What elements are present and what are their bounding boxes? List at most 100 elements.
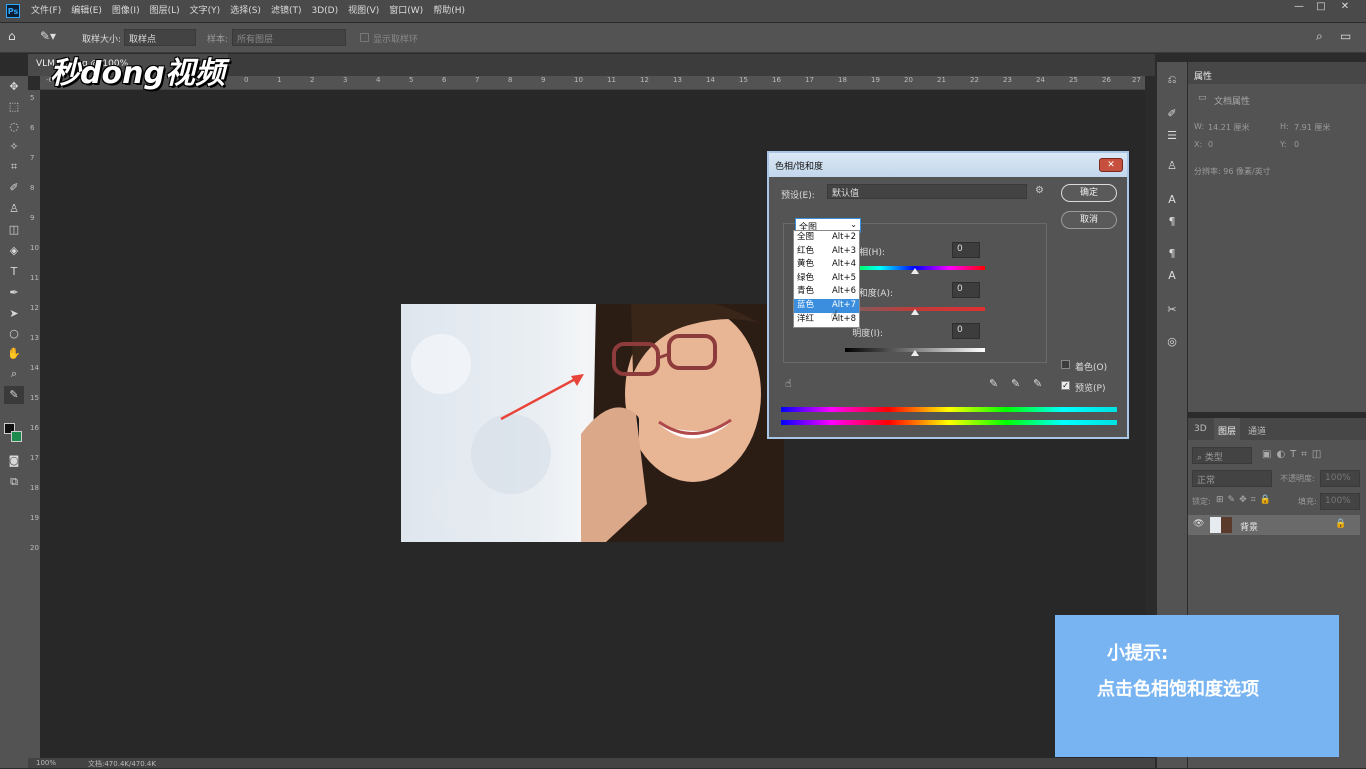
hand-tool-icon[interactable]: ✋ <box>4 345 24 363</box>
dialog-close-button[interactable]: ✕ <box>1099 158 1123 172</box>
menu-type[interactable]: 文字(Y) <box>185 0 226 22</box>
width-value[interactable]: 14.21 厘米 <box>1208 122 1249 133</box>
marquee-tool-icon[interactable]: ⬚ <box>4 98 24 116</box>
eyedropper-tool-preset-icon[interactable]: ✎▾ <box>40 29 64 47</box>
minimize-button[interactable]: — <box>1288 0 1310 16</box>
saturation-input[interactable]: 0 <box>952 282 980 298</box>
lock-icons[interactable]: ⊞✎✥⌗🔒 <box>1216 495 1275 505</box>
sample-size-select[interactable]: 取样点 <box>124 29 196 46</box>
paragraph-icon[interactable]: ¶ <box>1163 214 1181 230</box>
dropdown-item-greens[interactable]: 绿色 Alt+5 <box>794 272 859 286</box>
ruler-mark: 20 <box>30 544 39 552</box>
history-icon[interactable]: ⎌ <box>1163 72 1181 88</box>
hue-slider-knob[interactable] <box>911 268 919 274</box>
eyedropper-subtract-icon[interactable]: ✎ <box>1033 377 1042 390</box>
restore-button[interactable]: □ <box>1310 0 1332 16</box>
menu-help[interactable]: 帮助(H) <box>428 0 470 22</box>
shape-tool-icon[interactable]: ○ <box>4 325 24 343</box>
dropdown-item-yellows[interactable]: 黄色 Alt+4 <box>794 258 859 272</box>
workspace-icon[interactable]: ▭ <box>1340 29 1351 43</box>
tab-channels[interactable]: 通道 <box>1248 424 1266 437</box>
pen-tool-icon[interactable]: ✒ <box>4 284 24 302</box>
quick-mask-icon[interactable]: ◙ <box>4 452 24 470</box>
menu-filter[interactable]: 滤镜(T) <box>266 0 307 22</box>
path-select-tool-icon[interactable]: ➤ <box>4 305 24 323</box>
search-icon[interactable]: ⌕ <box>1316 29 1323 44</box>
close-window-button[interactable]: ✕ <box>1334 0 1356 16</box>
x-value[interactable]: 0 <box>1208 140 1213 149</box>
dropdown-item-blues[interactable]: 蓝色 Alt+7 <box>794 298 859 313</box>
tab-3d[interactable]: 3D <box>1194 424 1207 434</box>
bucket-tool-icon[interactable]: ◈ <box>4 242 24 260</box>
preview-checkbox[interactable]: ✓ <box>1061 381 1070 390</box>
sample-label: 样本: <box>207 35 229 45</box>
type-tool-icon[interactable]: T <box>4 263 24 281</box>
menu-edit[interactable]: 编辑(E) <box>66 0 107 22</box>
layer-filter-select[interactable]: ⌕ 类型 <box>1192 447 1252 464</box>
sample-select[interactable]: 所有图层 <box>232 29 346 46</box>
character-styles-icon[interactable]: A <box>1163 268 1181 284</box>
tip-title: 小提示: <box>1107 643 1169 664</box>
eraser-tool-icon[interactable]: ◫ <box>4 221 24 239</box>
zoom-tool-icon[interactable]: ⌕ <box>4 365 24 383</box>
menu-window[interactable]: 窗口(W) <box>384 0 428 22</box>
eyedropper-add-icon[interactable]: ✎ <box>1011 377 1020 390</box>
cancel-button[interactable]: 取消 <box>1061 211 1117 229</box>
eyedropper-tool-icon[interactable]: ✎ <box>4 386 24 404</box>
background-color-swatch[interactable] <box>11 431 22 442</box>
ok-button[interactable]: 确定 <box>1061 184 1117 202</box>
dropdown-item-reds[interactable]: 红色 Alt+3 <box>794 245 859 259</box>
show-ring-checkbox[interactable] <box>360 33 369 42</box>
navigator-icon[interactable]: ◎ <box>1163 334 1181 350</box>
properties-tab[interactable]: 属性 <box>1194 69 1212 82</box>
menu-image[interactable]: 图像(I) <box>107 0 145 22</box>
stamp-tool-icon[interactable]: ♙ <box>4 200 24 218</box>
hand-adjust-icon[interactable]: ☝ <box>785 377 792 390</box>
menu-select[interactable]: 选择(S) <box>225 0 266 22</box>
blend-mode-select[interactable]: 正常 <box>1192 470 1272 487</box>
lightness-slider-knob[interactable] <box>911 350 919 356</box>
tool-presets-icon[interactable]: ✂ <box>1163 302 1181 318</box>
brush-tool-icon[interactable]: ✐ <box>4 179 24 197</box>
dropdown-item-magentas[interactable]: 洋红 Alt+8 <box>794 313 859 327</box>
eye-icon[interactable]: 👁 <box>1193 519 1204 529</box>
fill-input[interactable]: 100% <box>1320 493 1360 510</box>
document-image[interactable] <box>401 304 784 542</box>
dropdown-item-shortcut: Alt+4 <box>831 259 856 270</box>
preset-gear-icon[interactable]: ⚙ <box>1035 185 1044 196</box>
y-value[interactable]: 0 <box>1294 140 1299 149</box>
layer-name[interactable]: 背景 <box>1240 520 1258 533</box>
opacity-input[interactable]: 100% <box>1320 470 1360 487</box>
zoom-level[interactable]: 100% <box>36 759 56 767</box>
screen-mode-icon[interactable]: ⧉ <box>4 473 24 491</box>
home-icon[interactable]: ⌂ <box>8 29 28 47</box>
crop-tool-icon[interactable]: ⌗ <box>4 158 24 176</box>
ruler-mark: 17 <box>30 454 39 462</box>
clone-source-icon[interactable]: ♙ <box>1163 158 1181 174</box>
ruler-mark: 11 <box>30 274 39 282</box>
menu-file[interactable]: 文件(F) <box>26 0 66 22</box>
brush-settings-icon[interactable]: ✐ <box>1163 106 1181 122</box>
eyedropper-icon[interactable]: ✎ <box>989 377 998 390</box>
glyphs-icon[interactable]: ¶ <box>1163 246 1181 262</box>
height-value[interactable]: 7.91 厘米 <box>1294 122 1330 133</box>
saturation-slider-knob[interactable] <box>911 309 919 315</box>
menu-3d[interactable]: 3D(D) <box>306 0 343 22</box>
adjustments-icon[interactable]: ☰ <box>1163 128 1181 144</box>
character-icon[interactable]: A <box>1163 192 1181 208</box>
layer-filter-icons[interactable]: ▣◐T⌗◫ <box>1262 449 1326 460</box>
preset-select[interactable]: 默认值 <box>827 184 1027 199</box>
menu-layer[interactable]: 图层(L) <box>145 0 185 22</box>
menu-view[interactable]: 视图(V) <box>343 0 384 22</box>
dropdown-item-master[interactable]: 全图 Alt+2 <box>794 231 859 245</box>
lasso-tool-icon[interactable]: ◌ <box>4 118 24 136</box>
preset-label: 预设(E): <box>781 191 815 201</box>
magic-wand-tool-icon[interactable]: ✧ <box>4 138 24 156</box>
lightness-input[interactable]: 0 <box>952 323 980 339</box>
hue-input[interactable]: 0 <box>952 242 980 258</box>
move-tool-icon[interactable]: ✥ <box>4 78 24 96</box>
ruler-mark: 5 <box>409 76 414 84</box>
colorize-checkbox[interactable] <box>1061 360 1070 369</box>
dropdown-item-cyans[interactable]: 青色 Alt+6 <box>794 285 859 299</box>
tab-layers[interactable]: 图层 <box>1218 424 1236 437</box>
